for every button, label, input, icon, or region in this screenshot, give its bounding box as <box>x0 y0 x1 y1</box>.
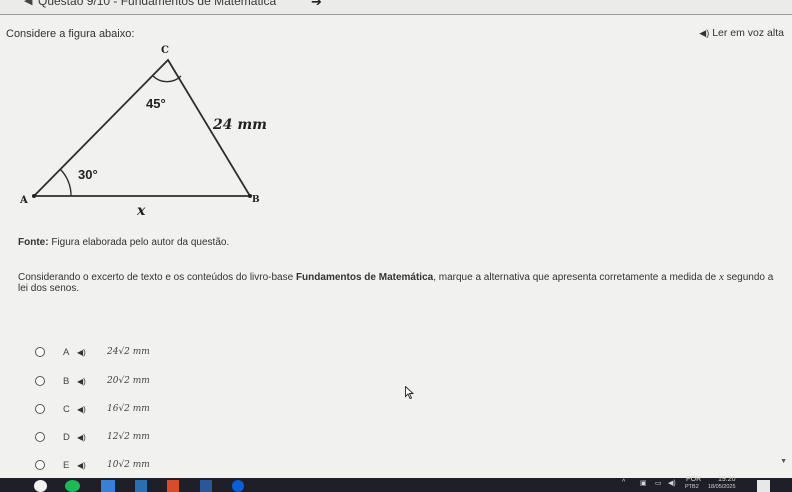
back-arrow-icon[interactable]: ◀ <box>24 0 32 7</box>
option-b-value: 20√2 mm <box>107 376 150 386</box>
option-a[interactable]: A ◀) 24√2 mm <box>35 345 150 359</box>
read-aloud-button[interactable]: ◀) Ler em voz alta <box>699 27 784 39</box>
figure-source: Fonte: Figura elaborada pelo autor da qu… <box>18 237 229 248</box>
option-d-speaker-icon[interactable]: ◀) <box>77 433 107 442</box>
option-a-speaker-icon[interactable]: ◀) <box>77 348 107 357</box>
taskbar-spotify-icon[interactable] <box>65 480 80 492</box>
taskbar-word-icon[interactable] <box>200 480 212 492</box>
option-c-letter: C <box>63 403 70 415</box>
tray-notification-icon[interactable] <box>757 480 770 492</box>
taskbar-app-icon-1[interactable] <box>101 480 115 492</box>
next-question-arrow-icon[interactable]: ➔ <box>311 0 322 10</box>
option-a-letter: A <box>63 346 70 358</box>
vertex-c-label: C <box>161 45 169 56</box>
question-text-book: Fundamentos de Matemática <box>295 272 434 283</box>
side-bc-label: 24 mm <box>212 117 267 133</box>
option-a-value: 24√2 mm <box>107 347 150 357</box>
vertex-a-dot <box>32 194 36 198</box>
angle-a-arc <box>59 168 72 197</box>
option-d[interactable]: D ◀) 12√2 mm <box>35 430 150 444</box>
read-aloud-label: Ler em voz alta <box>712 27 784 39</box>
tray-keyboard-layout[interactable]: PTB2 <box>685 484 699 490</box>
source-label: Fonte: <box>18 237 49 248</box>
option-e-value: 10√2 mm <box>107 460 150 470</box>
source-text: Figura elaborada pelo autor da questão. <box>48 237 230 248</box>
angle-a-label: 30° <box>78 167 98 182</box>
tray-clock-date[interactable]: 18/05/2025 <box>708 484 736 490</box>
side-ab-label: x <box>136 203 146 219</box>
question-title: Questão 9/10 - Fundamentos de Matemática <box>38 0 277 8</box>
tray-chevron-icon[interactable]: ^ <box>622 479 625 486</box>
option-b[interactable]: B ◀) 20√2 mm <box>35 374 150 388</box>
taskbar-app-icon-4[interactable] <box>232 480 244 492</box>
option-b-letter: B <box>63 375 70 387</box>
vertex-b-label: B <box>252 195 260 205</box>
option-d-radio[interactable] <box>35 432 45 442</box>
question-text-before: Considerando o excerto de texto e os con… <box>18 272 296 283</box>
angle-c-arc <box>152 75 182 83</box>
option-e-speaker-icon[interactable]: ◀) <box>77 461 107 470</box>
vertex-a-label: A <box>19 195 28 206</box>
speaker-icon: ◀) <box>699 28 710 38</box>
taskbar: ^ ▣ ▭ ◀) POR PTB2 19:20 18/05/2025 <box>0 476 792 492</box>
question-text-middle: , marque a alternativa que apresenta cor… <box>433 272 719 283</box>
option-d-letter: D <box>63 431 70 443</box>
option-c-value: 16√2 mm <box>107 404 150 414</box>
question-text: Considerando o excerto de texto e os con… <box>18 272 778 295</box>
option-e[interactable]: E ◀) 10√2 mm <box>35 458 150 472</box>
option-a-radio[interactable] <box>35 347 45 357</box>
tray-display-icon[interactable]: ▭ <box>655 479 662 487</box>
angle-c-label: 45° <box>146 96 166 111</box>
option-b-radio[interactable] <box>35 376 45 386</box>
tray-clock-time[interactable]: 19:20 <box>718 476 736 483</box>
mouse-cursor-icon <box>405 386 414 399</box>
option-c[interactable]: C ◀) 16√2 mm <box>35 402 150 416</box>
option-d-value: 12√2 mm <box>107 432 150 442</box>
option-e-radio[interactable] <box>35 460 45 470</box>
option-b-speaker-icon[interactable]: ◀) <box>77 377 107 386</box>
option-c-radio[interactable] <box>35 404 45 414</box>
taskbar-app-icon-3[interactable] <box>167 480 179 492</box>
tray-volume-icon[interactable]: ◀) <box>668 479 676 487</box>
tray-network-icon[interactable]: ▣ <box>640 479 647 487</box>
triangle-figure: C A B 45° 30° 24 mm x <box>0 38 300 233</box>
taskbar-app-icon-2[interactable] <box>135 480 147 492</box>
tray-language[interactable]: POR <box>686 476 701 483</box>
option-e-letter: E <box>63 459 70 471</box>
option-c-speaker-icon[interactable]: ◀) <box>77 405 107 414</box>
question-header: ◀ Questão 9/10 - Fundamentos de Matemáti… <box>0 0 792 15</box>
scroll-down-icon[interactable]: ▼ <box>780 458 787 465</box>
taskbar-chrome-icon[interactable] <box>34 480 47 492</box>
